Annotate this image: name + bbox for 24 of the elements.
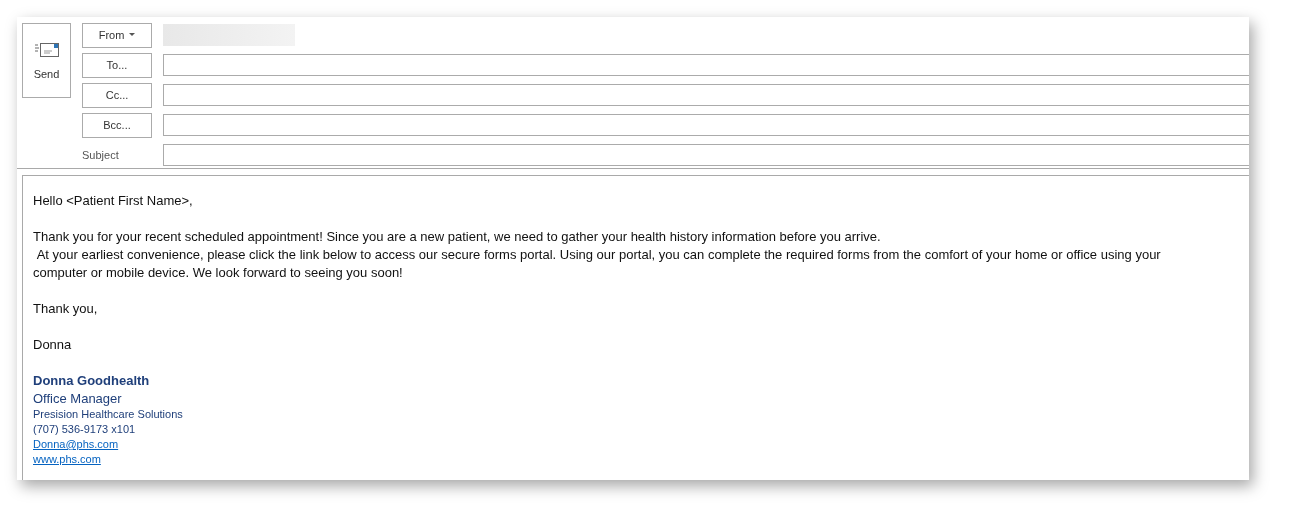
recipient-field[interactable]	[163, 54, 1249, 76]
recipient-button[interactable]: Bcc...	[82, 112, 152, 138]
recipient-button[interactable]: Cc...	[82, 82, 152, 108]
subject-field[interactable]	[163, 144, 1249, 166]
body-paragraph: Thank you for your recent scheduled appointment! Since you are a new patient, we need to gather your health history information before you arrive.	[33, 228, 882, 246]
from-button[interactable]: From	[82, 22, 152, 48]
send-button[interactable]: Send	[22, 23, 71, 98]
caret-icon	[129, 33, 136, 37]
signature-name: Donna Goodhealth	[33, 372, 150, 390]
signature-phone: (707) 536-9173 x101	[33, 422, 136, 437]
subject-label: Subject	[82, 149, 120, 161]
sender-name: Donna	[33, 336, 73, 354]
signature-company: Presision Healthcare Solutions	[33, 407, 183, 422]
website-link[interactable]: www.phs.com	[33, 452, 101, 467]
email-link[interactable]: Donna@phs.com	[33, 437, 119, 452]
greeting-text: Hello <Patient First Name>,	[33, 192, 194, 210]
recipient-button[interactable]: To...	[82, 52, 152, 78]
message-body[interactable]	[22, 175, 1249, 480]
body-paragraph: At your earliest convenience, please click the link below to access our secure forms portal. Using our portal, you can complete the required forms from the comfort of your home or office using your computer or mobile device. We look forward to seeing you soon!	[33, 246, 1162, 282]
envelope-icon	[34, 41, 59, 58]
signature-title: Office Manager	[33, 390, 122, 407]
recipient-field[interactable]	[163, 84, 1249, 106]
recipient-field[interactable]	[163, 114, 1249, 136]
closing-text: Thank you,	[33, 300, 99, 318]
